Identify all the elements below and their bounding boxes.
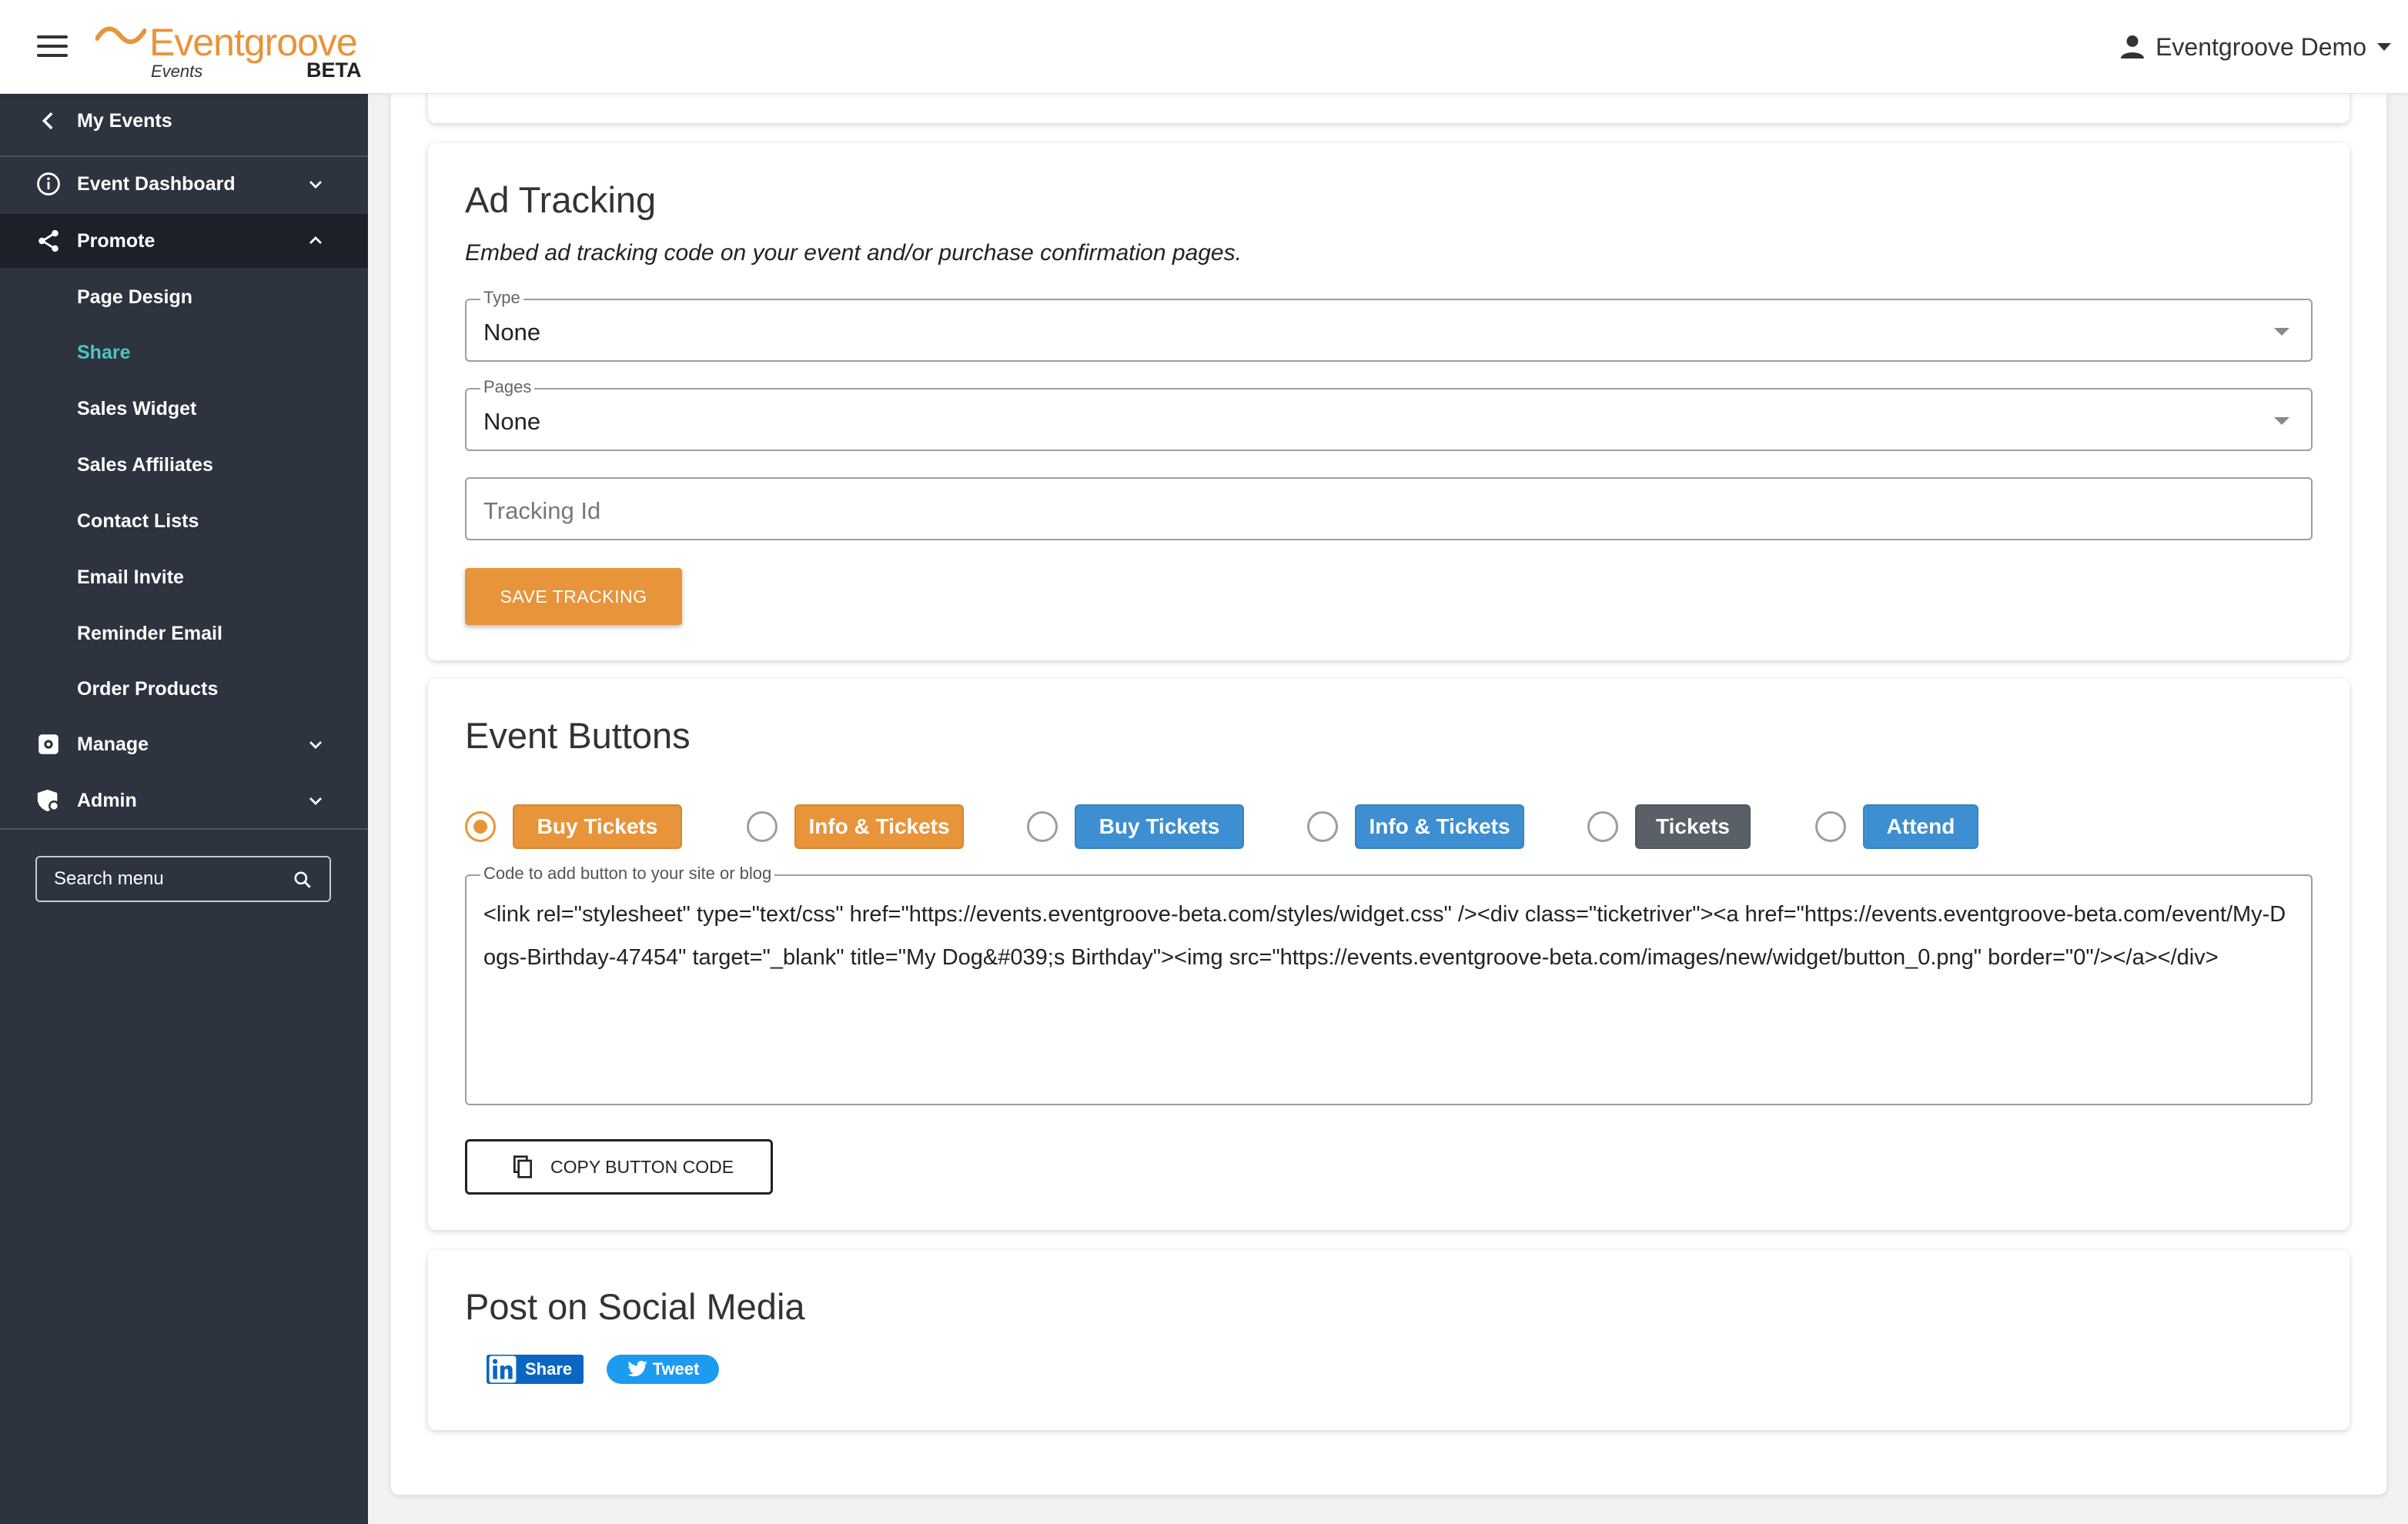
social-title: Post on Social Media (465, 1286, 805, 1327)
button-preview: Info & Tickets (1355, 804, 1524, 849)
user-name: Eventgroove Demo (2155, 32, 2366, 61)
radio-button[interactable] (465, 811, 496, 842)
radio-button[interactable] (747, 811, 778, 842)
sidebar-back-label: My Events (77, 109, 172, 132)
type-value: None (483, 319, 541, 346)
sidebar-item-reminder-email[interactable]: Reminder Email (0, 610, 368, 657)
save-tracking-button[interactable]: SAVE TRACKING (465, 568, 682, 625)
chevron-down-icon (309, 741, 322, 749)
sidebar-item-label: Email Invite (77, 566, 184, 588)
manage-gear-icon (38, 734, 59, 754)
sidebar-item-event-dashboard[interactable]: Event Dashboard (0, 157, 368, 211)
user-menu[interactable]: Eventgroove Demo (2119, 29, 2391, 65)
button-preview: Tickets (1635, 804, 1751, 849)
logo-sub: Events (151, 62, 203, 81)
tracking-id-input[interactable]: Tracking Id (465, 477, 2313, 540)
sidebar-back-my-events[interactable]: My Events (0, 94, 368, 148)
radio-button[interactable] (1815, 811, 1846, 842)
pages-value: None (483, 408, 541, 435)
linkedin-share-button[interactable]: Share (487, 1355, 584, 1384)
button-preview: Attend (1863, 804, 1978, 849)
copy-button-label: COPY BUTTON CODE (550, 1156, 734, 1177)
copy-icon (513, 1155, 532, 1178)
button-option-6[interactable]: Attend (1815, 802, 1978, 851)
sidebar-item-page-design[interactable]: Page Design (0, 274, 368, 320)
dropdown-arrow-icon (2274, 417, 2289, 425)
sidebar-item-manage[interactable]: Manage (0, 717, 368, 771)
search-icon[interactable] (293, 870, 313, 890)
event-buttons-card: Event Buttons Buy Tickets Info & Tickets… (428, 679, 2349, 1230)
sidebar-item-label: Sales Widget (77, 397, 197, 419)
radio-button[interactable] (1307, 811, 1338, 842)
sidebar-item-label: Admin (77, 789, 137, 811)
sidebar-item-label: Contact Lists (77, 510, 199, 532)
button-option-5[interactable]: Tickets (1587, 802, 1751, 851)
chevron-down-icon (309, 797, 322, 805)
logo-wave-icon (95, 26, 146, 45)
linkedin-label: Share (525, 1359, 573, 1379)
pages-label: Pages (480, 377, 535, 397)
chevron-down-icon (2377, 43, 2391, 51)
sidebar-item-order-products[interactable]: Order Products (0, 666, 368, 712)
eventgroove-logo[interactable]: Eventgroove Events BETA (95, 17, 373, 82)
search-menu-input[interactable]: Search menu (35, 856, 331, 902)
sidebar-item-admin[interactable]: Admin (0, 774, 368, 827)
info-icon (37, 172, 60, 196)
button-option-2[interactable]: Info & Tickets (747, 802, 964, 851)
social-media-card: Post on Social Media Share Tweet (428, 1250, 2349, 1430)
sidebar-item-contact-lists[interactable]: Contact Lists (0, 498, 368, 544)
button-option-3[interactable]: Buy Tickets (1027, 802, 1244, 851)
ad-tracking-title: Ad Tracking (465, 179, 657, 220)
dropdown-arrow-icon (2274, 328, 2289, 336)
radio-button[interactable] (1587, 811, 1618, 842)
button-preview: Buy Tickets (513, 804, 682, 849)
twitter-tweet-button[interactable]: Tweet (607, 1355, 719, 1384)
sidebar-item-label: Event Dashboard (77, 172, 236, 195)
sidebar-item-sales-affiliates[interactable]: Sales Affiliates (0, 442, 368, 488)
sidebar-item-promote[interactable]: Promote (0, 214, 368, 268)
linkedin-icon (489, 1355, 517, 1383)
sidebar: My Events Event Dashboard Promote Page D… (0, 94, 368, 1524)
search-placeholder: Search menu (54, 868, 164, 889)
copy-button-code-button[interactable]: COPY BUTTON CODE (465, 1139, 773, 1195)
button-code-text: <link rel="stylesheet" type="text/css" h… (483, 902, 2286, 970)
user-icon (2121, 35, 2145, 58)
type-label: Type (480, 288, 523, 308)
sidebar-item-sales-widget[interactable]: Sales Widget (0, 386, 368, 432)
button-option-1[interactable]: Buy Tickets (465, 802, 682, 851)
sidebar-item-label: Reminder Email (77, 622, 222, 644)
top-bar: Eventgroove Events BETA Eventgroove Demo (0, 0, 2408, 94)
sidebar-item-email-invite[interactable]: Email Invite (0, 554, 368, 600)
ad-tracking-card: Ad Tracking Embed ad tracking code on yo… (428, 143, 2349, 660)
button-option-4[interactable]: Info & Tickets (1307, 802, 1524, 851)
sidebar-item-label: Sales Affiliates (77, 453, 213, 476)
ad-tracking-description: Embed ad tracking code on your event and… (465, 240, 1242, 266)
sidebar-item-label: Manage (77, 733, 149, 755)
hamburger-menu-icon[interactable] (37, 35, 68, 58)
sidebar-item-share[interactable]: Share (0, 329, 368, 376)
type-select[interactable]: Type None (465, 288, 2313, 362)
chevron-up-icon (309, 236, 322, 244)
sidebar-item-label: Page Design (77, 286, 193, 308)
chevron-down-icon (309, 181, 322, 189)
chevron-left-icon (42, 112, 53, 130)
share-icon (38, 229, 59, 252)
pages-select[interactable]: Pages None (465, 377, 2313, 451)
sidebar-item-label: Order Products (77, 677, 219, 700)
button-preview: Buy Tickets (1075, 804, 1244, 849)
logo-beta-tag: BETA (306, 58, 362, 82)
button-style-options: Buy Tickets Info & Tickets Buy Tickets I… (428, 802, 2349, 851)
sidebar-item-label: Promote (77, 229, 156, 252)
button-preview: Info & Tickets (794, 804, 964, 849)
tracking-id-placeholder: Tracking Id (483, 497, 601, 524)
twitter-bird-icon (627, 1360, 647, 1377)
radio-button[interactable] (1027, 811, 1058, 842)
admin-shield-icon (37, 789, 60, 812)
twitter-label: Tweet (652, 1359, 700, 1379)
event-buttons-title: Event Buttons (465, 715, 691, 756)
button-code-textarea[interactable]: Code to add button to your site or blog … (465, 864, 2313, 1105)
sidebar-divider (0, 828, 368, 830)
code-label: Code to add button to your site or blog (480, 864, 775, 884)
sidebar-item-label: Share (77, 341, 131, 363)
